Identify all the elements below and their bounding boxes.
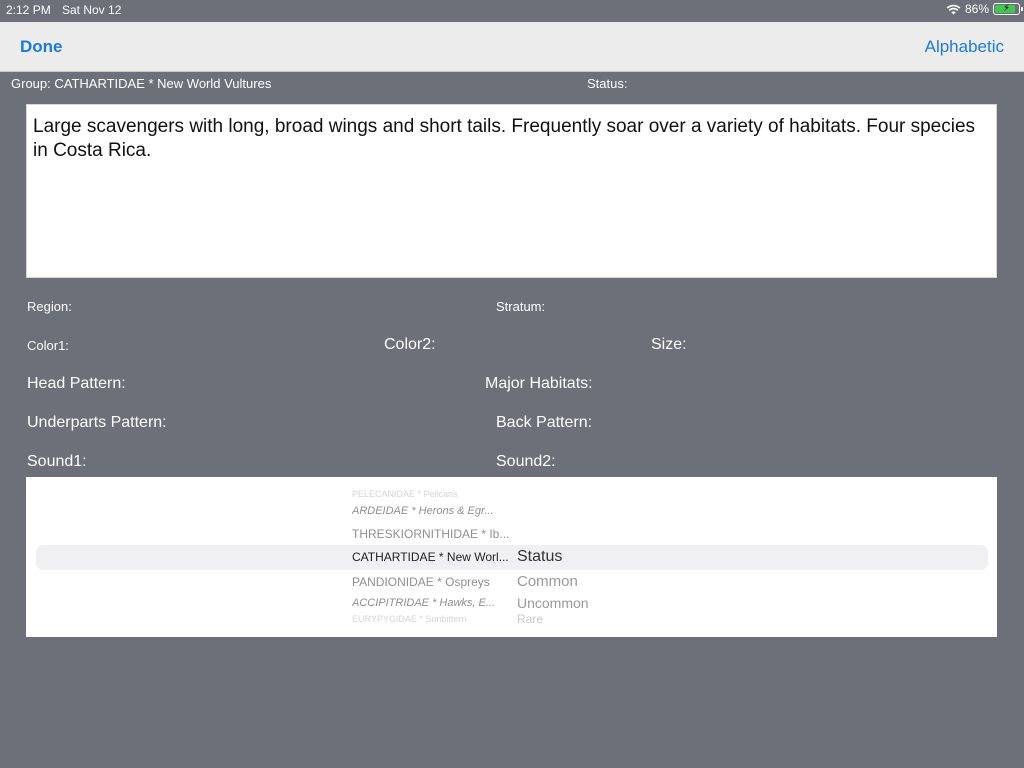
navigation-bar: Done Alphabetic — [0, 22, 1024, 72]
sound2-label: Sound2: — [496, 453, 556, 470]
head-pattern-label: Head Pattern: — [27, 375, 126, 392]
picker-status-option[interactable]: Common — [517, 573, 627, 590]
status-time: 2:12 PM — [6, 3, 51, 17]
done-button[interactable]: Done — [20, 37, 63, 57]
wifi-icon — [946, 4, 961, 15]
underparts-pattern-label: Underparts Pattern: — [27, 414, 167, 431]
status-date: Sat Nov 12 — [62, 3, 122, 17]
picker-status-selected[interactable]: Status — [517, 548, 627, 566]
color2-label: Color2: — [384, 336, 436, 353]
stratum-label: Stratum: — [496, 299, 546, 314]
major-habitats-label: Major Habitats: — [485, 375, 593, 392]
picker-group-option[interactable]: PELECANIDAE * Pelicans — [352, 489, 512, 499]
battery-icon: ⚡ — [993, 3, 1023, 15]
picker-group-option[interactable]: THRESKIORNITHIDAE * Ib... — [352, 527, 512, 541]
status-bar: 2:12 PM Sat Nov 12 86% ⚡ — [0, 0, 1024, 21]
alphabetic-sort-button[interactable]: Alphabetic — [925, 37, 1004, 57]
picker-group-option[interactable]: PANDIONIDAE * Ospreys — [352, 575, 512, 589]
group-status-picker[interactable]: PELECANIDAE * Pelicans ARDEIDAE * Herons… — [26, 477, 997, 637]
color1-label: Color1: — [27, 338, 69, 353]
picker-group-option[interactable]: ARDEIDAE * Herons & Egr... — [352, 505, 512, 517]
battery-percent: 86% — [964, 2, 989, 16]
picker-selection-highlight — [36, 545, 988, 570]
region-label: Region: — [27, 299, 72, 314]
status-indicators: 86% ⚡ — [946, 2, 1023, 16]
picker-group-selected[interactable]: CATHARTIDAE * New Worl... — [352, 550, 512, 564]
picker-status-option[interactable]: Uncommon — [517, 595, 627, 611]
charging-bolt-icon: ⚡ — [1002, 3, 1011, 14]
group-label: Group: CATHARTIDAE * New World Vultures — [11, 76, 272, 91]
picker-status-option[interactable]: Rare — [517, 612, 627, 626]
size-label: Size: — [651, 336, 687, 353]
sound1-label: Sound1: — [27, 453, 87, 470]
picker-group-option[interactable]: EURYPYGIDAE * Sunbittern — [352, 614, 512, 624]
back-pattern-label: Back Pattern: — [496, 414, 593, 431]
status-label: Status: — [587, 76, 628, 91]
picker-group-option[interactable]: ACCIPITRIDAE * Hawks, E... — [352, 597, 512, 609]
description-text[interactable]: Large scavengers with long, broad wings … — [26, 104, 997, 278]
